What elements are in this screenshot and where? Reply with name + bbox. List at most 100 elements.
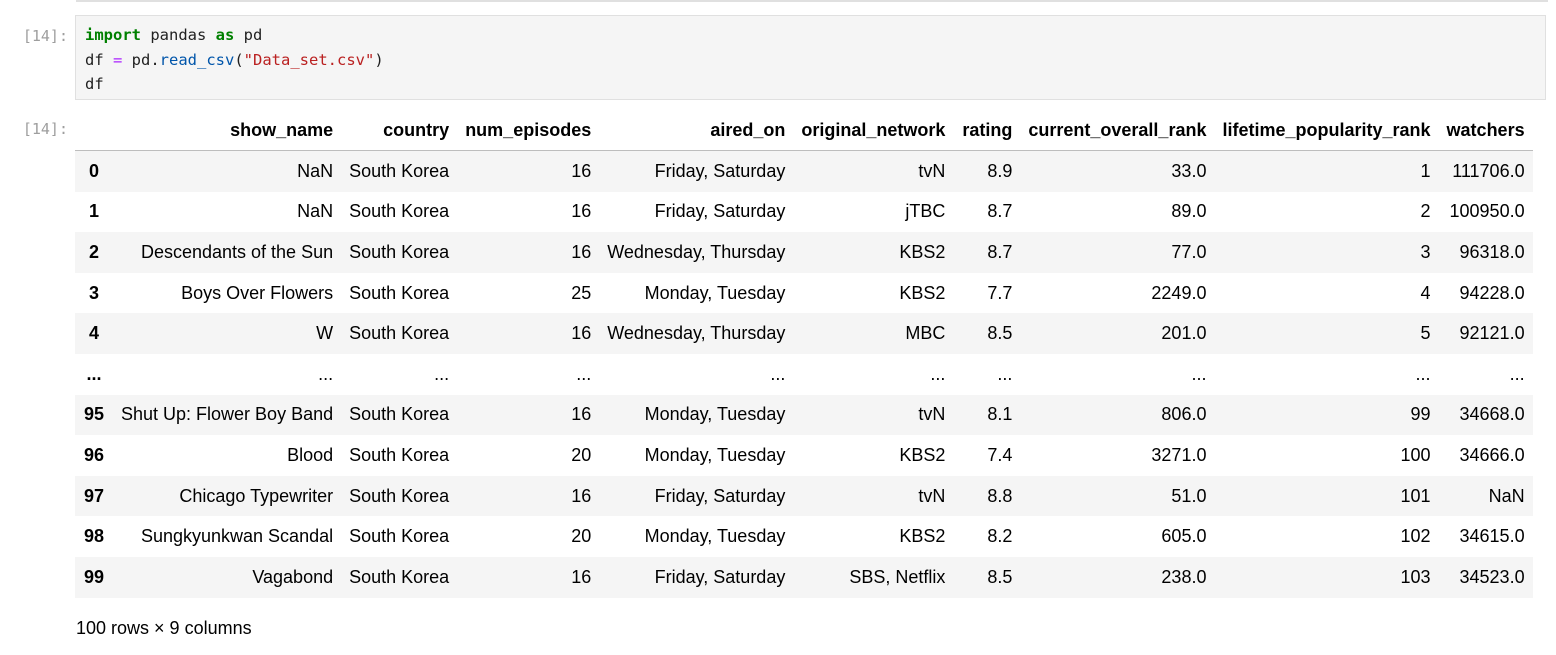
table-cell: 25: [571, 282, 592, 303]
table-cell: ...: [930, 363, 946, 384]
table-cell: Monday, Tuesday: [644, 526, 786, 547]
table-cell: Monday, Tuesday: [644, 282, 786, 303]
table-cell: 8.7: [987, 201, 1013, 222]
ellipsis-row: ... ... ... ... ... ... ... ... ... ...: [75, 353, 1533, 395]
keyword-as: as: [215, 26, 235, 44]
table-cell: 1: [1420, 160, 1431, 181]
table-row: 4 W South Korea 16 Wednesday, Thursday M…: [75, 313, 1533, 354]
table-cell: 16: [571, 201, 592, 222]
table-cell: Vagabond: [252, 566, 334, 587]
table-cell: South Korea: [349, 444, 450, 465]
table-cell: Monday, Tuesday: [644, 404, 786, 425]
output-prompt: [14]:: [22, 120, 68, 138]
table-cell: South Korea: [349, 566, 450, 587]
table-cell: ...: [770, 363, 786, 384]
table-row: 2 Descendants of the Sun South Korea 16 …: [75, 232, 1533, 273]
table-cell: 238.0: [1161, 566, 1207, 587]
table-cell: KBS2: [899, 241, 946, 262]
table-cell: 34668.0: [1459, 404, 1525, 425]
table-cell: tvN: [918, 485, 946, 506]
table-cell: 16: [571, 160, 592, 181]
table-cell: NaN: [1488, 485, 1525, 506]
table-cell: 34666.0: [1459, 444, 1525, 465]
table-cell: South Korea: [349, 404, 450, 425]
column-header: num_episodes: [457, 110, 600, 151]
table-cell: Shut Up: Flower Boy Band: [121, 404, 334, 425]
module-name: pandas: [141, 26, 216, 44]
table-cell: Friday, Saturday: [654, 201, 786, 222]
index-header: [75, 110, 113, 151]
table-cell: 16: [571, 404, 592, 425]
open-paren: (: [234, 51, 244, 69]
table-cell: 20: [571, 444, 592, 465]
table-cell: KBS2: [899, 526, 946, 547]
row-index: ...: [86, 363, 102, 384]
input-prompt: [14]:: [22, 27, 68, 45]
table-cell: Boys Over Flowers: [181, 282, 334, 303]
dataframe-shape-text: 100 rows × 9 columns: [76, 618, 252, 638]
variable-name: df: [85, 51, 113, 69]
row-index: 96: [83, 444, 105, 465]
table-cell: 7.4: [987, 444, 1013, 465]
table-cell: 92121.0: [1459, 323, 1525, 344]
code-line-1: import pandas as pd: [85, 25, 262, 45]
table-cell: 16: [571, 566, 592, 587]
table-row: 95 Shut Up: Flower Boy Band South Korea …: [75, 394, 1533, 436]
table-cell: 8.2: [987, 526, 1013, 547]
table-cell: 8.5: [987, 566, 1013, 587]
table-cell: 103: [1400, 566, 1431, 587]
table-cell: South Korea: [349, 485, 450, 506]
object-ref: pd.: [122, 51, 160, 69]
column-header: watchers: [1438, 110, 1533, 151]
table-cell: 100: [1400, 444, 1431, 465]
table-cell: jTBC: [905, 201, 946, 222]
table-cell: 20: [571, 526, 592, 547]
table-cell: W: [316, 323, 334, 344]
code-editor[interactable]: import pandas as pd df = pd.read_csv("Da…: [75, 15, 1546, 100]
row-index: 3: [88, 282, 99, 303]
table-cell: 8.5: [987, 323, 1013, 344]
column-header: rating: [953, 110, 1021, 151]
table-row: 98 Sungkyunkwan Scandal South Korea 20 M…: [75, 516, 1533, 557]
table-cell: Chicago Typewriter: [179, 485, 334, 506]
column-header: original_network: [793, 110, 954, 151]
table-cell: 7.7: [987, 282, 1013, 303]
header-row: show_name country num_episodes aired_on …: [75, 110, 1533, 151]
column-header: country: [341, 110, 458, 151]
table-cell: 605.0: [1161, 526, 1207, 547]
table-cell: 4: [1420, 282, 1431, 303]
column-header: aired_on: [599, 110, 794, 151]
table-cell: South Korea: [349, 282, 450, 303]
table-cell: 16: [571, 323, 592, 344]
row-index: 1: [88, 201, 99, 222]
row-index: 4: [88, 323, 99, 344]
row-index: 95: [83, 404, 105, 425]
table-cell: 34523.0: [1459, 566, 1525, 587]
keyword-import: import: [85, 26, 141, 44]
table-row: 99 Vagabond South Korea 16 Friday, Satur…: [75, 556, 1533, 598]
table-cell: NaN: [297, 160, 334, 181]
table-cell: Monday, Tuesday: [644, 444, 786, 465]
table-cell: ...: [434, 363, 450, 384]
dataframe-table: show_name country num_episodes aired_on …: [75, 110, 1533, 598]
table-cell: 8.9: [987, 160, 1013, 181]
function-name: read_csv: [159, 51, 235, 69]
table-row: 96 Blood South Korea 20 Monday, Tuesday …: [75, 435, 1533, 476]
assign-operator: =: [113, 51, 123, 69]
code-line-2: df = pd.read_csv("Data_set.csv"): [85, 50, 384, 70]
table-cell: Friday, Saturday: [654, 485, 786, 506]
table-cell: ...: [1509, 363, 1525, 384]
row-index: 99: [83, 566, 105, 587]
table-cell: Blood: [287, 444, 334, 465]
table-cell: 201.0: [1161, 323, 1207, 344]
table-cell: Friday, Saturday: [654, 566, 786, 587]
table-cell: 3271.0: [1151, 444, 1207, 465]
table-cell: Sungkyunkwan Scandal: [140, 526, 334, 547]
table-cell: 16: [571, 485, 592, 506]
table-cell: 34615.0: [1459, 526, 1525, 547]
table-cell: 8.7: [987, 241, 1013, 262]
row-index: 97: [83, 485, 105, 506]
table-row: 1 NaN South Korea 16 Friday, Saturday jT…: [75, 191, 1533, 233]
table-cell: ...: [1415, 363, 1431, 384]
variable-name: df: [85, 75, 104, 93]
